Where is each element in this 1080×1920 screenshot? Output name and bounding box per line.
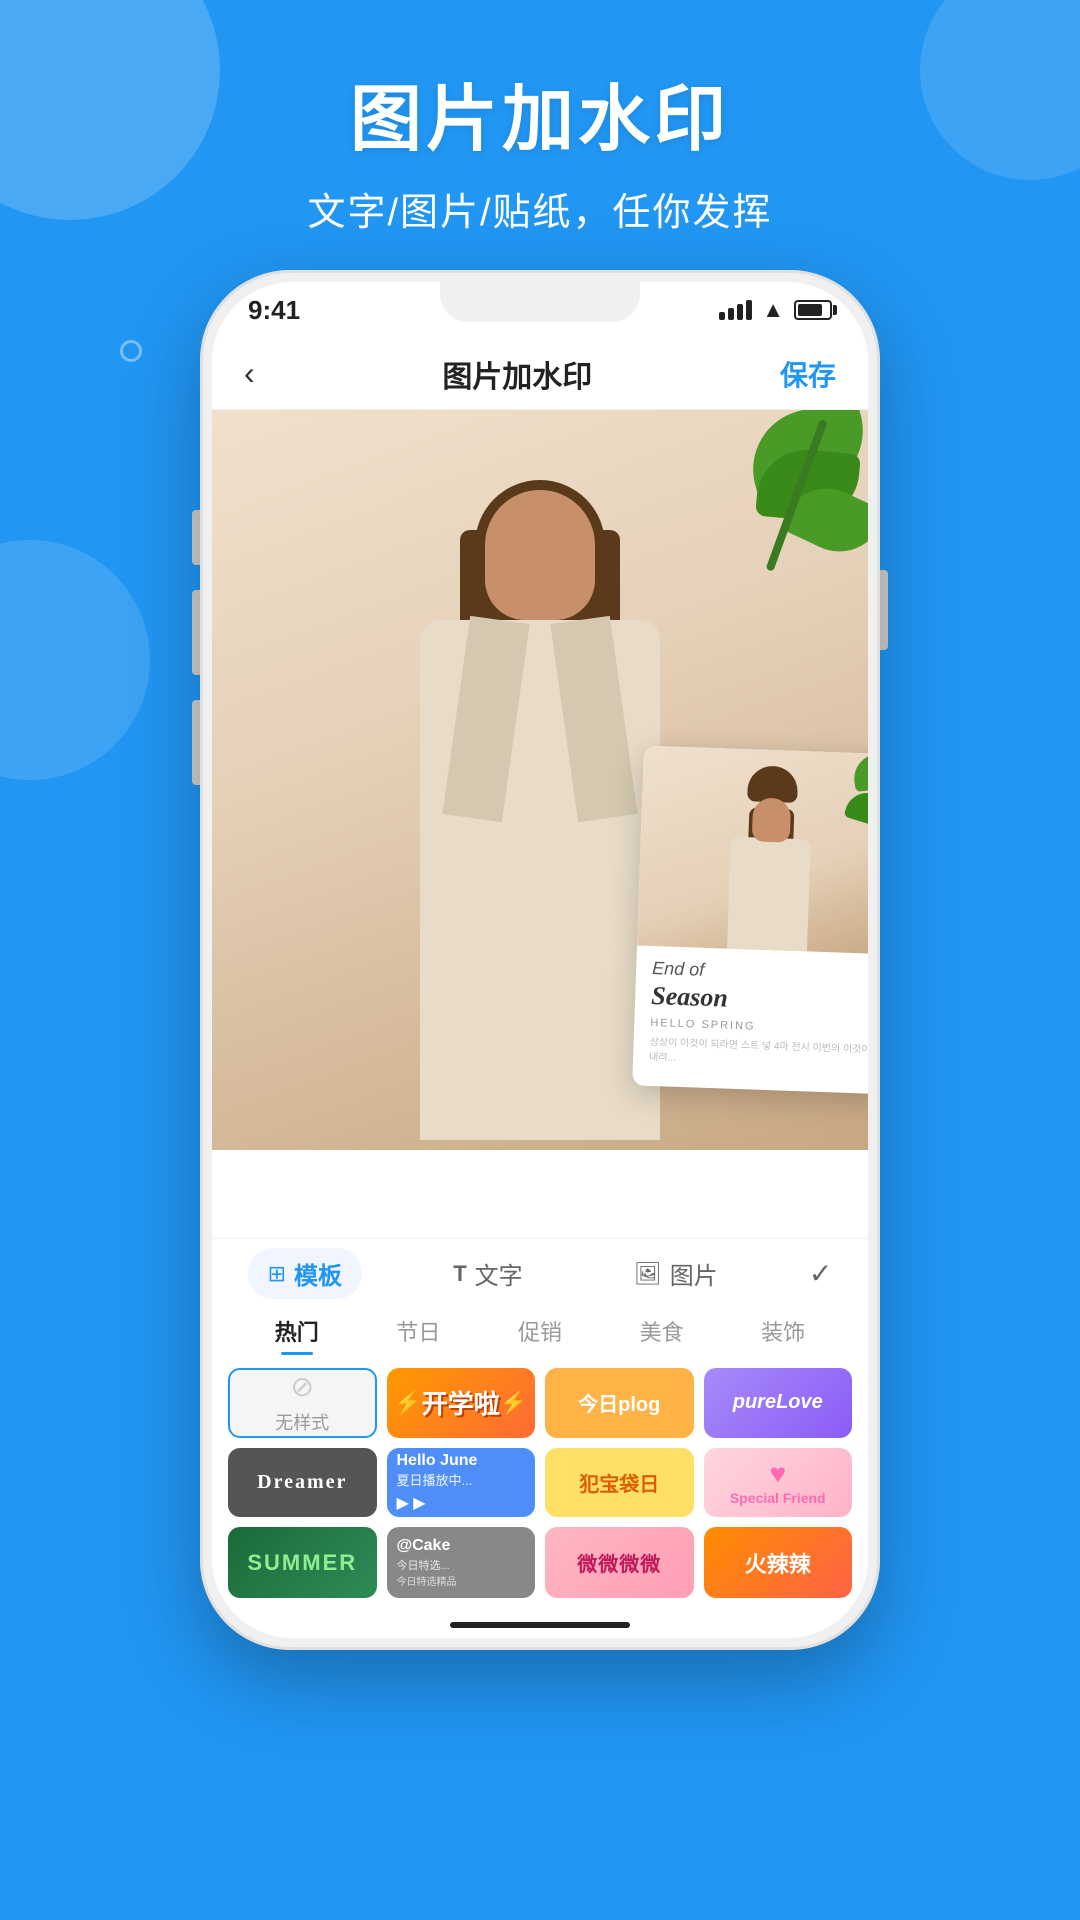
confirm-icon[interactable]: ✓ [809, 1257, 832, 1290]
cake-label: @Cake [397, 1537, 451, 1555]
wm-face [752, 797, 792, 842]
volume-up-button [192, 590, 200, 675]
category-tabs: 热门 节日 促销 美食 装饰 [212, 1308, 868, 1358]
text-icon: T [453, 1261, 466, 1287]
template-plog[interactable]: 今日plog [545, 1368, 694, 1438]
image-icon: 🖼 [634, 1261, 662, 1287]
template-cake[interactable]: @Cake 今日特选... 今日特选精品 [387, 1527, 536, 1598]
toolbar-tab-template[interactable]: ⊞ 模板 [248, 1248, 362, 1299]
nav-bar: ‹ 图片加水印 保存 [212, 338, 868, 410]
love-text: pureLove [733, 1391, 823, 1414]
template-label: 模板 [294, 1256, 342, 1291]
template-none[interactable]: ⊘ 无样式 [228, 1368, 377, 1438]
coat-lapel-right [550, 616, 637, 822]
plog-text: 今日plog [578, 1388, 660, 1417]
nav-title: 图片加水印 [442, 352, 592, 396]
kaixin-text: 开学啦 [422, 1384, 500, 1421]
image-label: 图片 [670, 1256, 718, 1291]
watermark-card-image [637, 746, 868, 955]
signal-bar-4 [746, 300, 752, 320]
cat-tab-hot[interactable]: 热门 [236, 1315, 358, 1351]
yellow-text: 犯宝袋日 [579, 1468, 659, 1497]
signal-icon [719, 300, 752, 320]
template-hello[interactable]: Hello June 夏日播放中... ▶ ▶ [387, 1448, 536, 1518]
hello-play-icon: ▶ ▶ [397, 1493, 426, 1513]
template-summer[interactable]: SUMMER [228, 1527, 377, 1598]
back-button[interactable]: ‹ [244, 355, 255, 392]
signal-bar-1 [719, 312, 725, 320]
cat-tab-promo[interactable]: 促销 [479, 1315, 601, 1351]
save-button[interactable]: 保存 [780, 354, 836, 394]
fashion-photo: End of Season HELLO SPRING 상상이 이것이 되라면 스… [212, 410, 868, 1150]
status-time: 9:41 [248, 295, 300, 326]
dreamer-text: Dreamer [257, 1471, 347, 1494]
wm-person [707, 768, 833, 952]
notch [440, 282, 640, 322]
bottom-toolbar: ⊞ 模板 T 文字 🖼 图片 ✓ [212, 1238, 868, 1308]
template-grid: ⊘ 无样式 ⚡ 开学啦 ⚡ 今日plog pureLove Dreamer [212, 1358, 868, 1638]
special-text: Special Friend [730, 1490, 826, 1506]
wm-leaf-blade-2 [844, 788, 868, 830]
battery-icon [794, 300, 832, 320]
cat-tab-food[interactable]: 美食 [601, 1315, 723, 1351]
cake-sub: 今日特选... [397, 1557, 450, 1573]
template-icon: ⊞ [268, 1261, 286, 1287]
header-area: 图片加水印 文字/图片/贴纸，任你发挥 [0, 60, 1080, 236]
power-button [880, 570, 888, 650]
phone-frame: 9:41 ▲ ‹ 图片加水印 保存 [200, 270, 880, 1650]
wm-leaf [841, 753, 868, 835]
home-indicator [450, 1622, 630, 1628]
bg-dot [120, 340, 142, 362]
wifi-icon: ▲ [762, 297, 784, 323]
cat-tab-decor[interactable]: 装饰 [722, 1315, 844, 1351]
template-dreamer[interactable]: Dreamer [228, 1448, 377, 1518]
no-style-label: 无样式 [275, 1409, 329, 1435]
summer-text: SUMMER [247, 1550, 357, 1576]
heart-icon: ♥ [769, 1458, 786, 1490]
coat-lapel-left [442, 616, 529, 822]
main-title: 图片加水印 [0, 60, 1080, 165]
wm-text-desc: 상상이 이것이 되라면 스트 넣 4마 전시 이번의 이것이 내려... [649, 1033, 868, 1071]
status-icons: ▲ [719, 297, 832, 323]
signal-bar-2 [728, 308, 734, 320]
wm-text-season: Season [651, 981, 868, 1019]
image-area: End of Season HELLO SPRING 상상이 이것이 되라면 스… [212, 410, 868, 1150]
palm-leaf-decoration [688, 410, 868, 630]
signal-bar-3 [737, 304, 743, 320]
template-yellow[interactable]: 犯宝袋日 [545, 1448, 694, 1518]
spicy-text: 火辣辣 [745, 1547, 811, 1579]
phone-wrapper: 9:41 ▲ ‹ 图片加水印 保存 [200, 270, 880, 1650]
sub-title: 文字/图片/贴纸，任你发挥 [0, 181, 1080, 236]
floral-text: 微微微微 [577, 1548, 661, 1577]
lightning-icon-left: ⚡ [394, 1390, 421, 1416]
template-spicy[interactable]: 火辣辣 [704, 1527, 853, 1598]
template-love[interactable]: pureLove [704, 1368, 853, 1438]
battery-fill [798, 304, 822, 316]
toolbar-tab-text[interactable]: T 文字 [433, 1248, 542, 1299]
template-floral[interactable]: 微微微微 [545, 1527, 694, 1598]
watermark-text-area: End of Season HELLO SPRING 상상이 이것이 되라면 스… [633, 945, 868, 1083]
person-head [485, 490, 595, 620]
cake-line3: 今日特选精品 [397, 1573, 457, 1588]
no-style-icon: ⊘ [291, 1370, 314, 1403]
wm-body [727, 837, 811, 955]
phone-screen: 9:41 ▲ ‹ 图片加水印 保存 [212, 282, 868, 1638]
toolbar-tab-image[interactable]: 🖼 图片 [614, 1248, 738, 1299]
person-body [420, 620, 660, 1140]
wm-leaf-blade-1 [851, 750, 868, 792]
hello-line2: 夏日播放中... [397, 1470, 473, 1489]
hello-line1: Hello June [397, 1452, 478, 1470]
bg-circle-bottomleft [0, 540, 150, 780]
silent-button [192, 510, 200, 565]
template-kaixin[interactable]: ⚡ 开学啦 ⚡ [387, 1368, 536, 1438]
watermark-preview-card: End of Season HELLO SPRING 상상이 이것이 되라면 스… [632, 746, 868, 1095]
template-special[interactable]: ♥ Special Friend [704, 1448, 853, 1518]
cat-tab-holiday[interactable]: 节日 [358, 1315, 480, 1351]
lightning-icon-right: ⚡ [500, 1390, 527, 1416]
volume-down-button [192, 700, 200, 785]
text-label: 文字 [475, 1256, 523, 1291]
